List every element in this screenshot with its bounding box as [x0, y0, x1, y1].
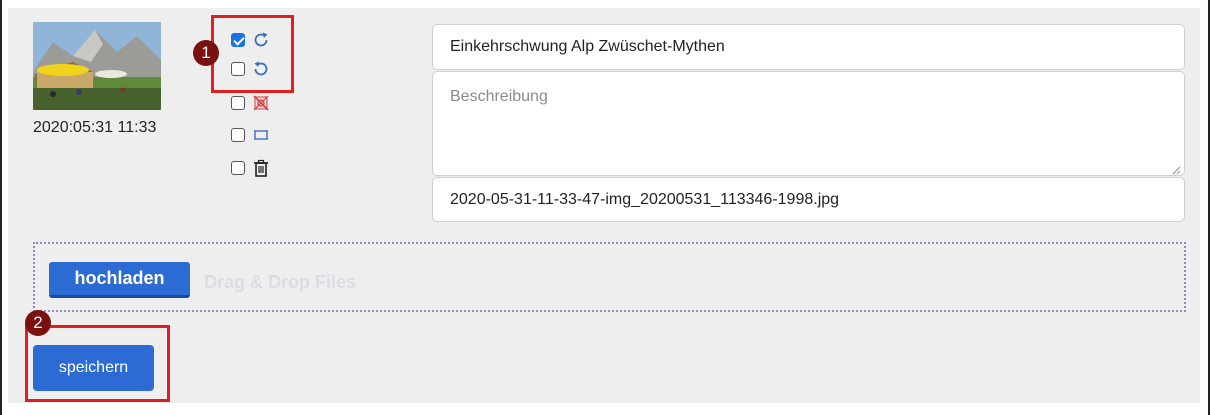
filename-field[interactable]: 2020-05-31-11-33-47-img_20200531_113346-…	[432, 177, 1185, 222]
title-field[interactable]: Einkehrschwung Alp Zwüschet-Mythen	[432, 24, 1185, 70]
filename-value: 2020-05-31-11-33-47-img_20200531_113346-…	[450, 190, 840, 208]
photo-date: 2020:05:31 11:33	[33, 119, 157, 136]
description-field[interactable]: Beschreibung	[432, 71, 1185, 176]
panorama-icon	[251, 125, 271, 145]
rotate-counterclockwise-checkbox[interactable]	[231, 62, 245, 76]
option-delete[interactable]	[231, 157, 271, 179]
rotate-clockwise-icon	[251, 30, 271, 50]
annotation-badge-2: 2	[25, 310, 51, 336]
save-button[interactable]: speichern	[33, 345, 154, 391]
option-hide-image[interactable]	[231, 92, 271, 114]
title-value: Einkehrschwung Alp Zwüschet-Mythen	[450, 38, 725, 55]
description-placeholder: Beschreibung	[450, 88, 548, 105]
option-rotate-clockwise[interactable]	[231, 29, 271, 51]
annotation-badge-1: 1	[193, 40, 219, 66]
photo-thumbnail[interactable]	[33, 22, 161, 110]
upload-button[interactable]: hochladen	[49, 262, 190, 298]
rotate-counterclockwise-icon	[251, 59, 271, 79]
trash-icon	[251, 158, 271, 178]
hide-image-icon	[251, 93, 271, 113]
hide-image-checkbox[interactable]	[231, 96, 245, 110]
rotate-clockwise-checkbox[interactable]	[231, 33, 245, 47]
option-rotate-counterclockwise[interactable]	[231, 58, 271, 80]
delete-checkbox[interactable]	[231, 161, 245, 175]
option-panorama[interactable]	[231, 124, 271, 146]
dropzone-hint: Drag & Drop Files	[204, 272, 357, 292]
resize-grip-icon[interactable]	[1171, 162, 1181, 175]
panorama-checkbox[interactable]	[231, 128, 245, 142]
